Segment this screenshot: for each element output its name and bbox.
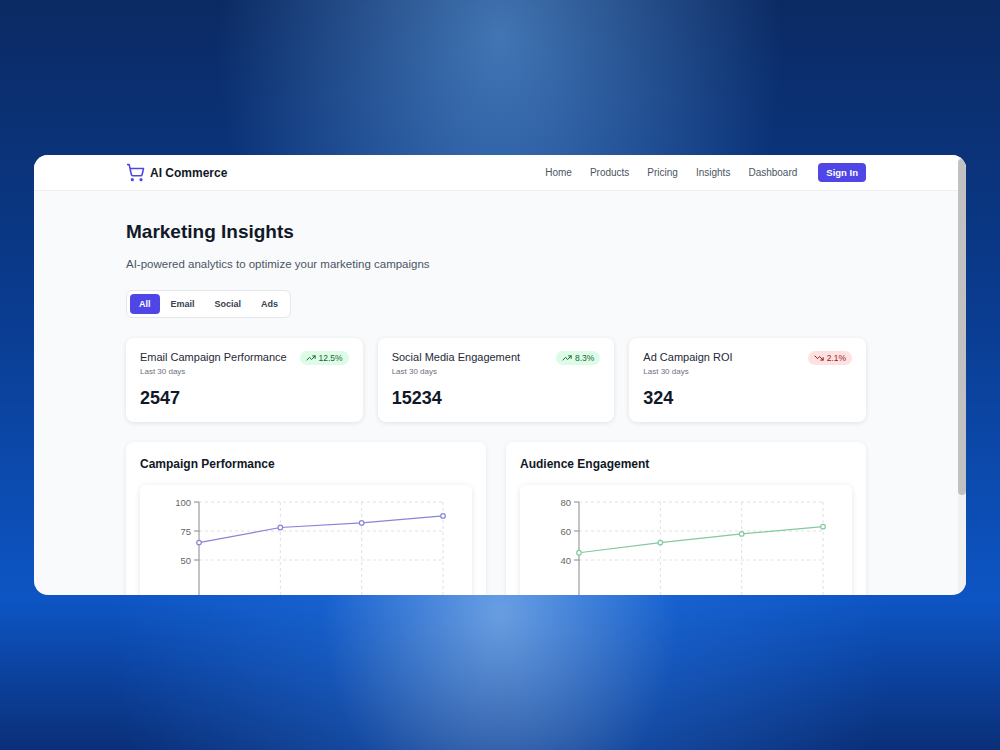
insights-page: Marketing Insights AI-powered analytics t… bbox=[126, 191, 866, 595]
grid-line bbox=[579, 502, 823, 503]
stat-value: 324 bbox=[643, 388, 852, 409]
page-viewport: AI Commerce Home Products Pricing Insights Da… bbox=[34, 155, 958, 595]
grid-line bbox=[579, 560, 823, 561]
nav-link[interactable]: Products bbox=[590, 167, 629, 178]
background-scene: AI Commerce Home Products Pricing Insights Da… bbox=[0, 0, 1000, 750]
nav-link[interactable]: Dashboard bbox=[748, 167, 797, 178]
filter-tab[interactable]: All bbox=[130, 294, 160, 314]
stat-period: Last 30 days bbox=[140, 367, 287, 376]
grid-line bbox=[361, 502, 362, 595]
filter-tabs: AllEmailSocialAds bbox=[126, 290, 291, 318]
line-chart: 80 60 40 bbox=[520, 485, 852, 595]
stats-row: Email Campaign Performance Last 30 days 12… bbox=[126, 338, 866, 422]
grid-line bbox=[199, 531, 443, 532]
main-nav: Home Products Pricing Insights Dashboard Sign… bbox=[545, 163, 866, 182]
stat-card: Email Campaign Performance Last 30 days 12… bbox=[126, 338, 363, 422]
data-point[interactable] bbox=[441, 514, 446, 519]
data-point[interactable] bbox=[821, 524, 826, 529]
stat-period: Last 30 days bbox=[643, 367, 732, 376]
grid-line bbox=[199, 502, 443, 503]
stat-value: 2547 bbox=[140, 388, 349, 409]
stat-title: Ad Campaign ROI bbox=[643, 351, 732, 363]
y-tick-label: 100 bbox=[175, 497, 191, 508]
nav-link[interactable]: Home bbox=[545, 167, 572, 178]
chart-title: Campaign Performance bbox=[140, 457, 472, 471]
nav-link[interactable]: Insights bbox=[696, 167, 730, 178]
filter-tab[interactable]: Ads bbox=[252, 294, 287, 314]
data-point[interactable] bbox=[739, 532, 744, 537]
grid-line bbox=[579, 531, 823, 532]
y-tick-label: 50 bbox=[180, 555, 191, 566]
change-badge: 2.1% bbox=[808, 351, 852, 365]
change-badge: 8.3% bbox=[556, 351, 600, 365]
y-axis bbox=[579, 502, 580, 595]
brand-name: AI Commerce bbox=[150, 166, 227, 180]
page-subtitle: AI-powered analytics to optimize your ma… bbox=[126, 258, 866, 270]
grid-line bbox=[741, 502, 742, 595]
page-title: Marketing Insights bbox=[126, 221, 866, 243]
top-navbar: AI Commerce Home Products Pricing Insights Da… bbox=[34, 155, 958, 191]
chart-title: Audience Engagement bbox=[520, 457, 852, 471]
scrollbar[interactable] bbox=[958, 155, 966, 595]
grid-line bbox=[823, 502, 824, 595]
series-line bbox=[199, 516, 443, 543]
grid-line bbox=[280, 502, 281, 595]
data-point[interactable] bbox=[658, 540, 663, 545]
grid-line bbox=[660, 502, 661, 595]
filter-tab[interactable]: Social bbox=[206, 294, 251, 314]
sign-in-button[interactable]: Sign In bbox=[818, 163, 866, 182]
trend-down-icon bbox=[814, 353, 824, 363]
y-tick-label: 75 bbox=[180, 526, 191, 537]
data-point[interactable] bbox=[359, 521, 364, 526]
stat-card: Social Media Engagement Last 30 days 8.3% 1… bbox=[378, 338, 615, 422]
stat-value: 15234 bbox=[392, 388, 601, 409]
brand-logo[interactable]: AI Commerce bbox=[126, 163, 227, 182]
line-chart-plot: 80 60 40 bbox=[520, 485, 851, 595]
app-window: AI Commerce Home Products Pricing Insights Da… bbox=[34, 155, 966, 595]
cart-icon bbox=[126, 163, 145, 182]
line-chart: 100 75 50 bbox=[140, 485, 472, 595]
chart-card: Campaign Performance 100 75 50 bbox=[126, 442, 486, 595]
scrollbar-thumb[interactable] bbox=[958, 159, 966, 495]
filter-tab[interactable]: Email bbox=[162, 294, 204, 314]
data-point[interactable] bbox=[197, 540, 202, 545]
grid-line bbox=[199, 560, 443, 561]
chart-card: Audience Engagement 80 60 40 bbox=[506, 442, 866, 595]
stat-title: Email Campaign Performance bbox=[140, 351, 287, 363]
stat-card: Ad Campaign ROI Last 30 days 2.1% 324 bbox=[629, 338, 866, 422]
stat-period: Last 30 days bbox=[392, 367, 520, 376]
trend-up-icon bbox=[306, 353, 316, 363]
change-badge: 12.5% bbox=[300, 351, 349, 365]
y-tick-label: 80 bbox=[560, 497, 571, 508]
nav-link[interactable]: Pricing bbox=[647, 167, 678, 178]
y-tick-label: 60 bbox=[560, 526, 571, 537]
trend-up-icon bbox=[562, 353, 572, 363]
y-axis bbox=[199, 502, 200, 595]
line-chart-plot: 100 75 50 bbox=[140, 485, 471, 595]
data-point[interactable] bbox=[577, 550, 582, 555]
data-point[interactable] bbox=[278, 525, 283, 530]
series-line bbox=[579, 527, 823, 553]
y-tick-label: 40 bbox=[560, 555, 571, 566]
stat-title: Social Media Engagement bbox=[392, 351, 520, 363]
charts-row: Campaign Performance 100 75 50 Audience Enga… bbox=[126, 442, 866, 595]
